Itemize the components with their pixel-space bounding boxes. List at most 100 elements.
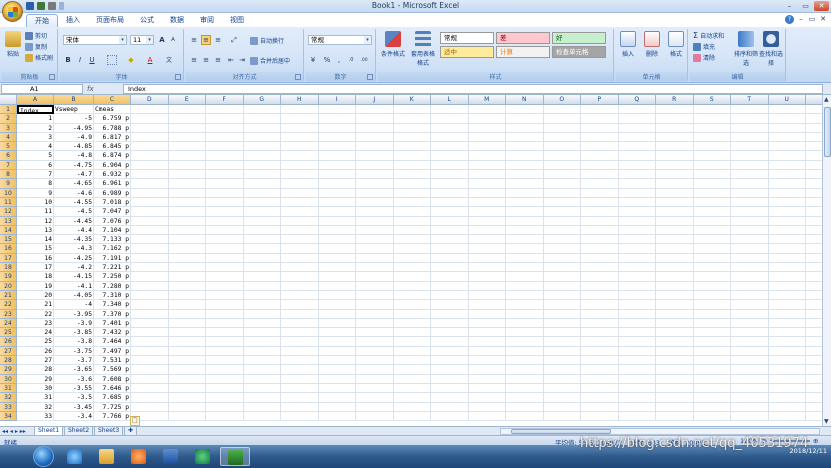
cell-r3[interactable] bbox=[656, 123, 694, 133]
cell-j20[interactable] bbox=[356, 281, 394, 291]
cell-e18[interactable] bbox=[168, 263, 206, 273]
cell-c31[interactable]: 7.646 p bbox=[94, 383, 131, 394]
cell-v4[interactable] bbox=[806, 133, 822, 143]
cell-m16[interactable] bbox=[468, 244, 506, 254]
cell-h11[interactable] bbox=[281, 197, 319, 208]
cell-n6[interactable] bbox=[506, 151, 544, 161]
name-box[interactable]: A1 bbox=[1, 84, 83, 94]
cell-e22[interactable] bbox=[168, 300, 206, 310]
cell-m21[interactable] bbox=[468, 290, 506, 301]
cell-o31[interactable] bbox=[543, 383, 581, 394]
cell-f16[interactable] bbox=[206, 244, 244, 254]
cell-a5[interactable]: 4 bbox=[17, 142, 54, 152]
cell-p12[interactable] bbox=[581, 207, 619, 217]
cell-o19[interactable] bbox=[543, 272, 581, 282]
cell-a11[interactable]: 10 bbox=[17, 197, 54, 208]
cell-g3[interactable] bbox=[243, 123, 281, 133]
taskbar-excel[interactable] bbox=[220, 447, 250, 466]
cell-u19[interactable] bbox=[768, 272, 806, 282]
cell-r23[interactable] bbox=[656, 309, 694, 319]
cell-h30[interactable] bbox=[281, 374, 319, 384]
row-header[interactable]: 30 bbox=[0, 374, 17, 384]
cell-i13[interactable] bbox=[318, 216, 356, 226]
cell-k15[interactable] bbox=[393, 235, 431, 245]
cell-n15[interactable] bbox=[506, 235, 544, 245]
cell-k4[interactable] bbox=[393, 132, 431, 143]
start-button[interactable] bbox=[33, 446, 54, 467]
font-color-button[interactable]: A bbox=[145, 55, 155, 65]
cell-o12[interactable] bbox=[543, 207, 581, 217]
cell-o29[interactable] bbox=[543, 365, 581, 375]
cell-g24[interactable] bbox=[243, 318, 281, 329]
cell-p25[interactable] bbox=[581, 328, 619, 338]
cell-v13[interactable] bbox=[806, 217, 822, 226]
align-right-icon[interactable]: ≡ bbox=[213, 55, 223, 65]
column-header-f[interactable]: F bbox=[206, 95, 244, 105]
cell-l5[interactable] bbox=[431, 142, 469, 152]
number-format-select[interactable]: 常规 ▾ bbox=[308, 35, 372, 45]
cell-q23[interactable] bbox=[618, 309, 656, 319]
cell-r26[interactable] bbox=[656, 337, 694, 347]
cell-a22[interactable]: 21 bbox=[17, 300, 54, 310]
row-header[interactable]: 4 bbox=[0, 132, 17, 143]
cell-r4[interactable] bbox=[656, 132, 694, 143]
cell-t6[interactable] bbox=[731, 151, 769, 161]
cell-e31[interactable] bbox=[168, 383, 206, 394]
cell-l32[interactable] bbox=[431, 393, 469, 403]
cell-s6[interactable] bbox=[693, 151, 731, 161]
percent-button[interactable]: % bbox=[322, 55, 332, 65]
cell-q18[interactable] bbox=[618, 263, 656, 273]
cell-t21[interactable] bbox=[731, 290, 769, 301]
cell-c32[interactable]: 7.685 p bbox=[94, 393, 131, 403]
cell-l19[interactable] bbox=[431, 272, 469, 282]
cell-r34[interactable] bbox=[656, 411, 694, 422]
cell-v20[interactable] bbox=[806, 282, 822, 291]
column-header-i[interactable]: I bbox=[318, 95, 356, 105]
cell-l18[interactable] bbox=[431, 263, 469, 273]
zoom-in-icon[interactable]: ⊕ bbox=[813, 437, 818, 445]
cell-n3[interactable] bbox=[506, 123, 544, 133]
cut-button[interactable]: 剪切 bbox=[25, 31, 47, 40]
cell-v7[interactable] bbox=[806, 161, 822, 171]
cell-d6[interactable] bbox=[131, 151, 169, 161]
cell-i20[interactable] bbox=[318, 281, 356, 291]
cell-s12[interactable] bbox=[693, 207, 731, 217]
cell-k22[interactable] bbox=[393, 300, 431, 310]
cell-m29[interactable] bbox=[468, 365, 506, 375]
cell-m3[interactable] bbox=[468, 123, 506, 133]
cell-e20[interactable] bbox=[168, 281, 206, 291]
cell-q34[interactable] bbox=[618, 411, 656, 422]
cell-g32[interactable] bbox=[243, 393, 281, 403]
cell-p29[interactable] bbox=[581, 365, 619, 375]
cell-k16[interactable] bbox=[393, 244, 431, 254]
cell-s4[interactable] bbox=[693, 132, 731, 143]
cell-j11[interactable] bbox=[356, 197, 394, 208]
cell-a14[interactable]: 13 bbox=[17, 225, 54, 236]
cell-b12[interactable]: -4.5 bbox=[54, 207, 94, 217]
cell-u9[interactable] bbox=[768, 179, 806, 189]
align-bottom-icon[interactable]: ≡ bbox=[213, 35, 223, 45]
cell-m25[interactable] bbox=[468, 328, 506, 338]
cell-b9[interactable]: -4.65 bbox=[54, 179, 94, 189]
cell-m27[interactable] bbox=[468, 346, 506, 357]
cell-h31[interactable] bbox=[281, 383, 319, 394]
cell-s7[interactable] bbox=[693, 160, 731, 171]
cell-b24[interactable]: -3.9 bbox=[54, 318, 94, 329]
cell-h14[interactable] bbox=[281, 225, 319, 236]
cell-s34[interactable] bbox=[693, 411, 731, 422]
cell-s13[interactable] bbox=[693, 216, 731, 226]
cell-g31[interactable] bbox=[243, 383, 281, 394]
cell-i34[interactable] bbox=[318, 411, 356, 422]
orientation-icon[interactable]: ⤢ bbox=[229, 35, 239, 45]
cell-d13[interactable] bbox=[131, 216, 169, 226]
cell-q20[interactable] bbox=[618, 281, 656, 291]
cell-m33[interactable] bbox=[468, 402, 506, 412]
cell-v19[interactable] bbox=[806, 272, 822, 282]
cell-s27[interactable] bbox=[693, 346, 731, 357]
cell-c34[interactable]: 7.766 p bbox=[94, 411, 131, 422]
cell-u27[interactable] bbox=[768, 346, 806, 357]
cell-j33[interactable] bbox=[356, 402, 394, 412]
cell-v23[interactable] bbox=[806, 310, 822, 319]
cell-q8[interactable] bbox=[618, 170, 656, 180]
cell-b15[interactable]: -4.35 bbox=[54, 235, 94, 245]
